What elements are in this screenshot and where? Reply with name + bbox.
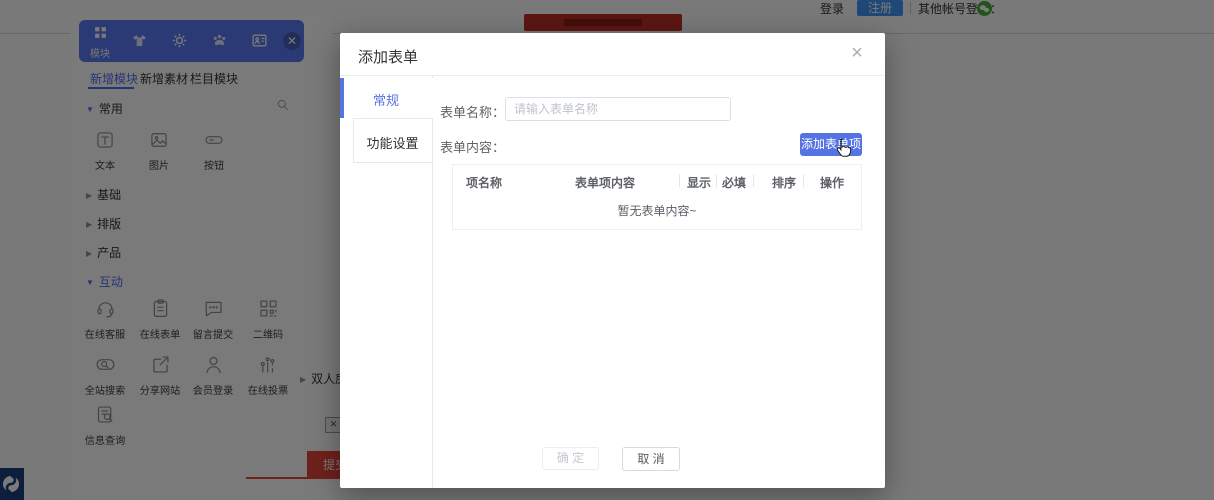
- form-content-label: 表单内容：: [439, 140, 505, 155]
- add-form-dialog: 添加表单 × 常规 功能设置 表单名称： 表单内容： 添加表单项 项名称 表单项…: [340, 33, 885, 488]
- tab-function-settings-label: 功能设置: [366, 136, 419, 151]
- dialog-header-divider: [340, 75, 885, 76]
- dialog-close-icon[interactable]: ×: [844, 40, 870, 66]
- tab-general-label: 常规: [372, 93, 399, 108]
- column-header-item-content: 表单项内容: [575, 176, 636, 190]
- mouse-hand-cursor: [834, 137, 852, 159]
- form-name-label: 表单名称：: [439, 105, 505, 120]
- empty-state-text: 暂无表单内容~: [617, 204, 697, 218]
- confirm-button[interactable]: 确 定: [542, 447, 599, 470]
- column-header-action: 操作: [820, 176, 845, 190]
- form-items-table: 项名称 表单项内容 显示 必填 排序 操作 暂无表单内容~: [452, 164, 862, 230]
- tabs-divider: [432, 76, 433, 488]
- column-divider: [753, 174, 754, 187]
- add-form-item-button[interactable]: 添加表单项: [800, 133, 862, 156]
- cancel-button[interactable]: 取 消: [622, 447, 680, 471]
- column-header-item-name: 项名称: [466, 176, 503, 190]
- column-divider: [716, 174, 717, 187]
- column-divider: [679, 174, 680, 187]
- editor-screen: 登录 注册 其他帐号登录： 模块: [0, 0, 1214, 500]
- dialog-title: 添加表单: [358, 49, 419, 66]
- form-name-input[interactable]: [505, 97, 731, 121]
- column-header-required: 必填: [722, 176, 747, 190]
- column-header-sort: 排序: [772, 176, 797, 190]
- column-header-show: 显示: [687, 176, 712, 190]
- column-divider: [803, 174, 804, 187]
